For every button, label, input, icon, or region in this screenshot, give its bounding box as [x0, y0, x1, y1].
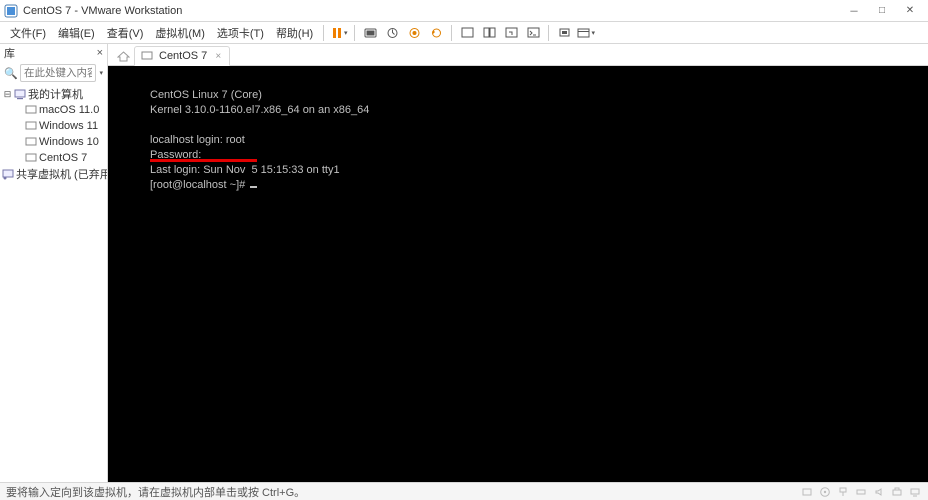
vm-icon: [24, 136, 37, 149]
unity-icon[interactable]: [478, 23, 500, 43]
console-prompt: [root@localhost ~]#: [150, 179, 248, 191]
vmware-icon: [4, 4, 18, 18]
tab-centos7[interactable]: CentOS 7 ×: [134, 46, 230, 66]
fullscreen-icon[interactable]: [456, 23, 478, 43]
minimize-button[interactable]: －: [840, 1, 868, 21]
seamless-icon[interactable]: [500, 23, 522, 43]
status-cd-icon[interactable]: [818, 485, 832, 499]
home-tab-button[interactable]: [114, 47, 132, 65]
menu-tabs[interactable]: 选项卡(T): [211, 23, 270, 43]
vm-icon: [24, 120, 37, 133]
library-search-input[interactable]: [20, 64, 96, 82]
tree-item-centos7[interactable]: CentOS 7: [2, 150, 105, 166]
menu-view[interactable]: 查看(V): [101, 23, 150, 43]
tree-item-label: Windows 10: [39, 136, 99, 148]
shared-vm-icon: [2, 168, 14, 181]
tree-item-label: CentOS 7: [39, 152, 87, 164]
stretch-guest-icon[interactable]: [553, 23, 575, 43]
tree-shared-vm-label: 共享虚拟机 (已弃用): [16, 166, 107, 182]
console-view-icon[interactable]: [522, 23, 544, 43]
window-title: CentOS 7 - VMware Workstation: [23, 5, 840, 17]
send-ctrl-alt-del-icon[interactable]: [359, 23, 381, 43]
tree-root-label: 我的计算机: [28, 86, 83, 102]
status-device-icon[interactable]: [800, 485, 814, 499]
library-tree: ⊟ 我的计算机 macOS 11.0 Windows 11 Windows 10: [0, 84, 107, 482]
sidebar-close-icon[interactable]: ×: [97, 47, 103, 59]
tree-item-label: Windows 11: [39, 120, 98, 132]
vm-console-viewport[interactable]: CentOS Linux 7 (Core) Kernel 3.10.0-1160…: [108, 66, 928, 482]
tree-root-my-computer[interactable]: ⊟ 我的计算机: [2, 86, 105, 102]
vm-icon: [24, 104, 37, 117]
console-line: localhost login: root: [150, 134, 245, 146]
maximize-button[interactable]: □: [868, 1, 896, 21]
main-area: CentOS 7 × CentOS Linux 7 (Core) Kernel …: [108, 44, 928, 482]
tab-label: CentOS 7: [159, 50, 207, 62]
status-display-icon[interactable]: [908, 485, 922, 499]
console-line: Kernel 3.10.0-1160.el7.x86_64 on an x86_…: [150, 104, 369, 116]
menu-file[interactable]: 文件(F): [4, 23, 52, 43]
vm-tabbar: CentOS 7 ×: [108, 44, 928, 66]
tab-close-icon[interactable]: ×: [215, 51, 221, 62]
vm-console-screen[interactable]: CentOS Linux 7 (Core) Kernel 3.10.0-1160…: [108, 66, 928, 482]
menubar: 文件(F) 编辑(E) 查看(V) 虚拟机(M) 选项卡(T) 帮助(H) ▾ …: [0, 22, 928, 44]
menu-help[interactable]: 帮助(H): [270, 23, 319, 43]
tree-shared-vm[interactable]: 共享虚拟机 (已弃用): [2, 166, 105, 182]
computer-icon: [13, 88, 26, 101]
console-line: CentOS Linux 7 (Core): [150, 89, 262, 101]
vm-icon: [24, 152, 37, 165]
status-usb-icon[interactable]: [854, 485, 868, 499]
tree-item-win11[interactable]: Windows 11: [2, 118, 105, 134]
search-icon: 🔍: [4, 67, 18, 80]
stretch-menu-icon[interactable]: ▾: [575, 23, 597, 43]
pause-button[interactable]: ▾: [328, 23, 350, 43]
statusbar-text: 要将输入定向到该虚拟机，请在虚拟机内部单击或按 Ctrl+G。: [6, 484, 305, 500]
tree-item-label: macOS 11.0: [39, 104, 99, 116]
tree-item-macos[interactable]: macOS 11.0: [2, 102, 105, 118]
snapshot-manager-icon[interactable]: [403, 23, 425, 43]
library-sidebar: 库 × 🔍 ▾ ⊟ 我的计算机 macOS 11.0 Windows 11: [0, 44, 108, 482]
status-printer-icon[interactable]: [890, 485, 904, 499]
status-sound-icon[interactable]: [872, 485, 886, 499]
status-net-icon[interactable]: [836, 485, 850, 499]
annotation-red-underline: [150, 159, 257, 162]
revert-snapshot-icon[interactable]: [425, 23, 447, 43]
window-titlebar: CentOS 7 - VMware Workstation － □ ✕: [0, 0, 928, 22]
menu-vm[interactable]: 虚拟机(M): [149, 23, 211, 43]
menu-edit[interactable]: 编辑(E): [52, 23, 101, 43]
search-dropdown-icon[interactable]: ▾: [99, 69, 103, 77]
console-cursor: [250, 186, 257, 188]
sidebar-header: 库: [4, 45, 15, 61]
close-button[interactable]: ✕: [896, 1, 924, 21]
snapshot-icon[interactable]: [381, 23, 403, 43]
vm-icon: [140, 50, 153, 63]
console-line: Last login: Sun Nov 5 15:15:33 on tty1: [150, 164, 340, 176]
tree-item-win10[interactable]: Windows 10: [2, 134, 105, 150]
statusbar: 要将输入定向到该虚拟机，请在虚拟机内部单击或按 Ctrl+G。: [0, 482, 928, 500]
